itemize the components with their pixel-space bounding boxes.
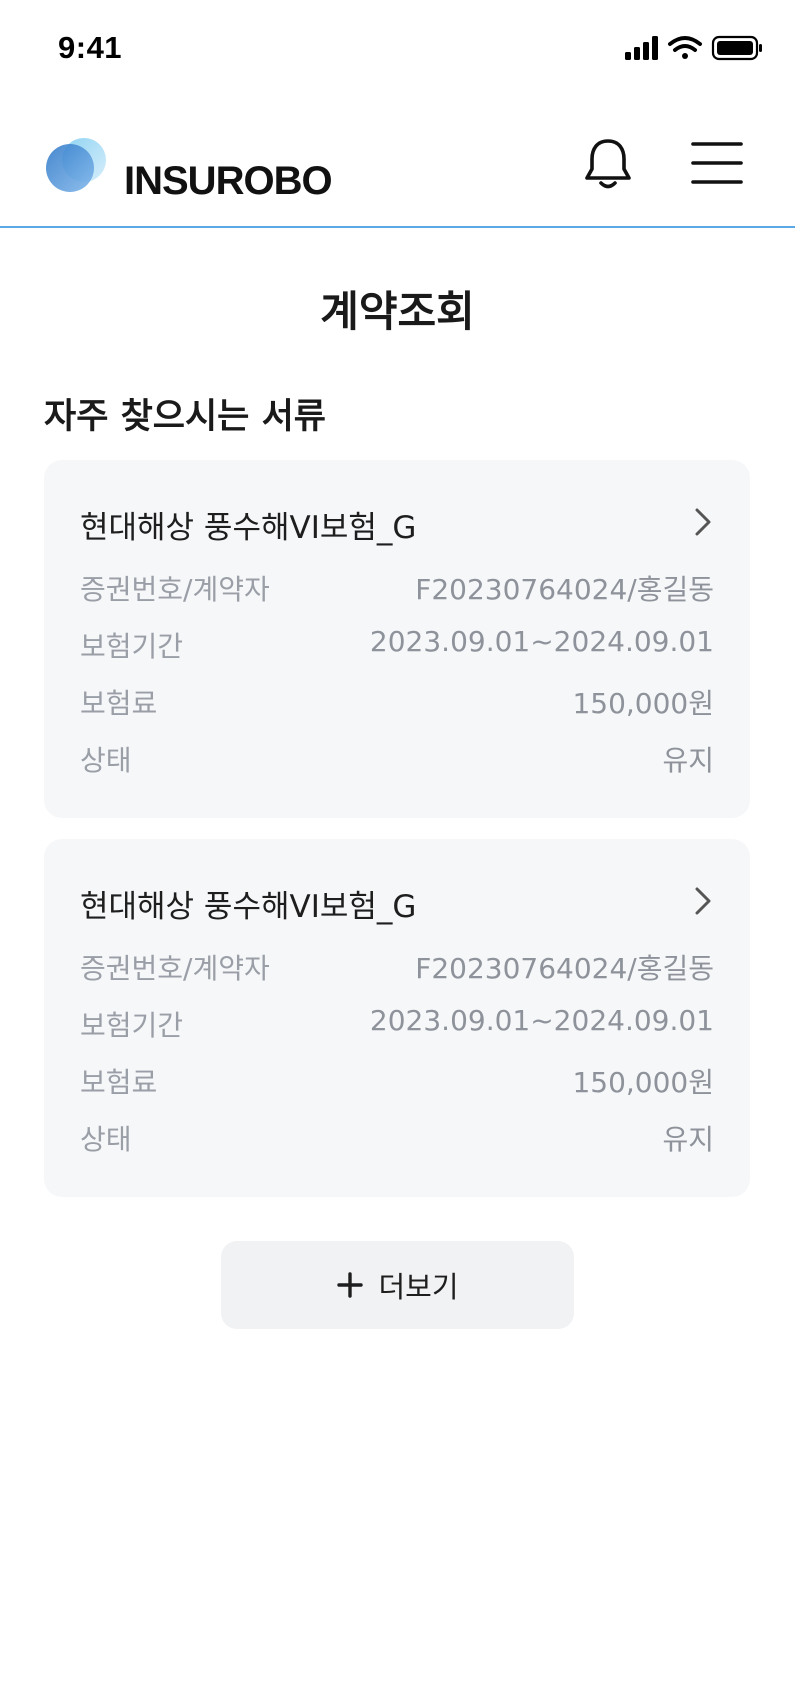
- row-value: 2023.09.01~2024.09.01: [369, 1004, 714, 1037]
- wifi-icon: [668, 36, 702, 59]
- row-value: 150,000원: [572, 687, 714, 720]
- load-more-button[interactable]: 더보기: [221, 1241, 574, 1329]
- row-value: 유지: [662, 1123, 714, 1156]
- load-more-label: 더보기: [378, 1270, 459, 1304]
- battery-icon: [711, 35, 762, 61]
- chevron-right-icon: [695, 508, 711, 536]
- policy-number-row: 증권번호/계약자 F20230764024/홍길동: [80, 568, 714, 608]
- row-value: 2023.09.01~2024.09.01: [369, 625, 714, 658]
- premium-row: 보험료 150,000원: [80, 682, 714, 722]
- chevron-right-icon: [695, 887, 711, 915]
- row-label: 증권번호/계약자: [80, 573, 270, 606]
- app-header: INSUROBO: [0, 110, 795, 228]
- status-time: 9:41: [58, 30, 123, 65]
- contract-name: 현대해상 풍수해VI보험_G: [80, 510, 417, 546]
- status-bar: 9:41: [0, 0, 795, 100]
- row-label: 상태: [80, 1123, 132, 1156]
- premium-row: 보험료 150,000원: [80, 1061, 714, 1101]
- row-value: 150,000원: [572, 1066, 714, 1099]
- contract-card[interactable]: 현대해상 풍수해VI보험_G 증권번호/계약자 F20230764024/홍길동…: [44, 839, 750, 1197]
- status-row: 상태 유지: [80, 739, 714, 779]
- menu-button[interactable]: [690, 138, 744, 188]
- notification-bell-icon: [585, 139, 631, 189]
- status-icons: [625, 35, 762, 61]
- row-label: 보험료: [80, 687, 158, 720]
- row-label: 상태: [80, 744, 132, 777]
- section-title: 자주 찾으시는 서류: [44, 397, 326, 437]
- contract-name: 현대해상 풍수해VI보험_G: [80, 889, 417, 925]
- row-value: 유지: [662, 744, 714, 777]
- row-value: F20230764024/홍길동: [415, 573, 714, 606]
- hamburger-menu-icon: [691, 142, 743, 184]
- page-title: 계약조회: [320, 287, 475, 336]
- row-value: F20230764024/홍길동: [415, 952, 714, 985]
- notification-button[interactable]: [578, 134, 638, 194]
- logo-mark-icon: [46, 138, 106, 192]
- row-label: 보험료: [80, 1066, 158, 1099]
- insurance-period-row: 보험기간 2023.09.01~2024.09.01: [80, 1004, 714, 1044]
- plus-icon: [337, 1272, 364, 1298]
- policy-number-row: 증권번호/계약자 F20230764024/홍길동: [80, 947, 714, 987]
- contract-inquiry-screen: 9:41 INSUROBO 계약조회 자주 찾으시는 서류 현대해상 풍수해VI…: [0, 0, 795, 1692]
- row-label: 증권번호/계약자: [80, 952, 270, 985]
- row-label: 보험기간: [80, 630, 184, 663]
- contract-card[interactable]: 현대해상 풍수해VI보험_G 증권번호/계약자 F20230764024/홍길동…: [44, 460, 750, 818]
- signal-icon: [625, 36, 658, 60]
- brand-name: INSUROBO: [124, 159, 333, 203]
- insurance-period-row: 보험기간 2023.09.01~2024.09.01: [80, 625, 714, 665]
- row-label: 보험기간: [80, 1009, 184, 1042]
- status-row: 상태 유지: [80, 1118, 714, 1158]
